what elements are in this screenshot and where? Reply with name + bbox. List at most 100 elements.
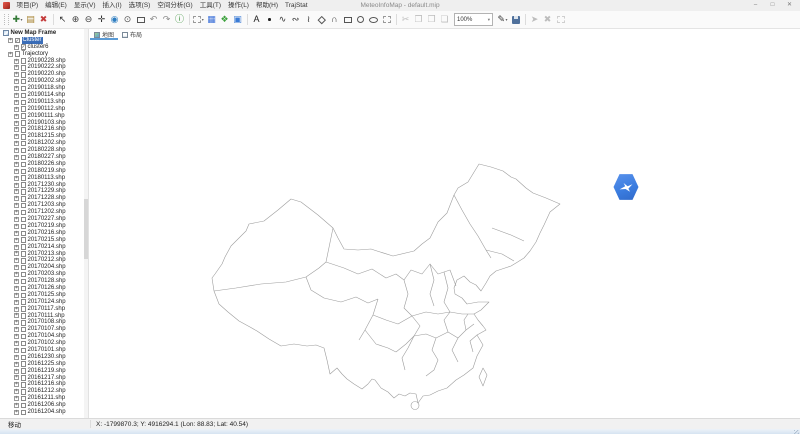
layer-visibility-checkbox[interactable]	[21, 93, 27, 99]
expand-toggle-icon[interactable]: +	[14, 203, 19, 208]
layer-visibility-checkbox[interactable]	[21, 382, 27, 388]
layer-visibility-checkbox[interactable]	[21, 341, 27, 347]
layer-visibility-checkbox[interactable]	[21, 169, 27, 175]
layer-row[interactable]: +20170203.shp	[0, 271, 88, 278]
layer-visibility-checkbox[interactable]	[21, 189, 27, 195]
select-vertices-button[interactable]	[555, 13, 567, 26]
expand-toggle-icon[interactable]: +	[14, 300, 19, 305]
layer-visibility-checkbox[interactable]	[21, 272, 27, 278]
layer-visibility-checkbox[interactable]	[21, 258, 27, 264]
expand-toggle-icon[interactable]: +	[8, 38, 13, 43]
layer-row[interactable]: +20171203.shp	[0, 202, 88, 209]
draw-point-button[interactable]	[264, 13, 276, 26]
expand-toggle-icon[interactable]: +	[14, 293, 19, 298]
expand-toggle-icon[interactable]: +	[14, 100, 19, 105]
layer-visibility-checkbox[interactable]	[21, 355, 27, 361]
menu-item-p[interactable]: 项目(P)	[13, 0, 42, 11]
layer-row[interactable]: +20170125.shp	[0, 292, 88, 299]
identify-button[interactable]: ⓘ	[174, 13, 186, 26]
expand-toggle-icon[interactable]: +	[14, 362, 19, 367]
menu-item-h[interactable]: 帮助(H)	[252, 0, 281, 11]
map-canvas[interactable]: 地图布局	[89, 29, 800, 418]
expand-toggle-icon[interactable]: +	[14, 286, 19, 291]
expand-toggle-icon[interactable]: +	[14, 369, 19, 374]
layer-row[interactable]: +20190220.shp	[0, 71, 88, 78]
draw-freehand-button[interactable]: ∾	[290, 13, 302, 26]
expand-toggle-icon[interactable]: +	[14, 189, 19, 194]
expand-toggle-icon[interactable]: +	[14, 245, 19, 250]
layer-visibility-checkbox[interactable]	[21, 203, 27, 209]
expand-toggle-icon[interactable]: +	[14, 65, 19, 70]
draw-circle-button[interactable]	[355, 13, 367, 26]
export-image-button[interactable]: ❏	[439, 13, 451, 26]
layer-visibility-checkbox[interactable]	[21, 127, 27, 133]
expand-toggle-icon[interactable]: +	[14, 389, 19, 394]
expand-toggle-icon[interactable]: +	[14, 348, 19, 353]
edit-feature-button[interactable]: ➤	[529, 13, 541, 26]
cut-button[interactable]: ✂	[400, 13, 412, 26]
layer-visibility-checkbox[interactable]	[21, 244, 27, 250]
layer-row[interactable]: +20170102.shp	[0, 340, 88, 347]
expand-toggle-icon[interactable]: +	[14, 410, 19, 415]
layer-visibility-checkbox[interactable]	[21, 86, 27, 92]
layer-row[interactable]: +20190114.shp	[0, 92, 88, 99]
expand-toggle-icon[interactable]: +	[14, 251, 19, 256]
layer-row[interactable]: +20161216.shp	[0, 381, 88, 388]
attribute-table-button[interactable]: ▦	[206, 13, 218, 26]
layer-visibility-checkbox[interactable]	[21, 334, 27, 340]
layer-visibility-checkbox[interactable]	[21, 120, 27, 126]
sidebar-scrollbar-thumb[interactable]	[84, 199, 88, 259]
layer-visibility-checkbox[interactable]	[21, 100, 27, 106]
expand-toggle-icon[interactable]: +	[14, 238, 19, 243]
tab-map[interactable]: 地图	[90, 29, 118, 40]
layer-visibility-checkbox[interactable]	[21, 224, 27, 230]
toolbar-grip[interactable]	[4, 14, 9, 25]
sidebar-scrollbar-track[interactable]	[84, 29, 88, 418]
draw-rectangle-button[interactable]	[342, 13, 354, 26]
layer-visibility-checkbox[interactable]	[21, 162, 27, 168]
layer-row[interactable]: +20190222.shp	[0, 64, 88, 71]
redo-button[interactable]: ↷	[161, 13, 173, 26]
layer-row[interactable]: +20181216.shp	[0, 126, 88, 133]
expand-toggle-icon[interactable]: +	[14, 382, 19, 387]
select-features-button[interactable]: ▾	[193, 13, 205, 26]
layer-row[interactable]: +20190111.shp	[0, 113, 88, 120]
expand-toggle-icon[interactable]: +	[14, 272, 19, 277]
edit-tools-button[interactable]: ✎▾	[497, 13, 509, 26]
layer-row[interactable]: +20170108.shp	[0, 319, 88, 326]
draw-marquee-button[interactable]	[381, 13, 393, 26]
layer-visibility-checkbox[interactable]	[21, 265, 27, 271]
copy-button[interactable]: ❐	[413, 13, 425, 26]
menu-item-t[interactable]: 工具(T)	[196, 0, 224, 11]
expand-toggle-icon[interactable]: +	[14, 155, 19, 160]
layer-row[interactable]: +20170101.shp	[0, 347, 88, 354]
draw-curve-polygon-button[interactable]: ∩	[329, 13, 341, 26]
expand-toggle-icon[interactable]: +	[14, 148, 19, 153]
expand-toggle-icon[interactable]: +	[14, 183, 19, 188]
expand-toggle-icon[interactable]: +	[14, 327, 19, 332]
add-layer-button[interactable]: ✚▾	[12, 13, 24, 26]
layer-visibility-checkbox[interactable]: ✓	[15, 38, 21, 44]
menu-item-s[interactable]: 选项(S)	[125, 0, 154, 11]
layer-visibility-checkbox[interactable]	[15, 51, 21, 57]
expand-toggle-icon[interactable]: +	[14, 265, 19, 270]
layer-visibility-checkbox[interactable]	[21, 106, 27, 112]
menu-item-i[interactable]: 插入(I)	[99, 0, 125, 11]
layer-visibility-checkbox[interactable]	[21, 306, 27, 312]
layer-row[interactable]: +20180228.shp	[0, 147, 88, 154]
expand-toggle-icon[interactable]: +	[14, 307, 19, 312]
layer-visibility-checkbox[interactable]	[21, 210, 27, 216]
layer-row[interactable]: +20161212.shp	[0, 388, 88, 395]
expand-toggle-icon[interactable]: +	[14, 169, 19, 174]
layer-visibility-checkbox[interactable]	[21, 231, 27, 237]
layer-row[interactable]: +20171202.shp	[0, 209, 88, 216]
layer-row[interactable]: +20170128.shp	[0, 278, 88, 285]
expand-toggle-icon[interactable]: +	[14, 224, 19, 229]
expand-toggle-icon[interactable]: +	[14, 176, 19, 181]
layer-visibility-checkbox[interactable]	[21, 196, 27, 202]
remove-feature-button[interactable]: ✖	[542, 13, 554, 26]
zoom-out-button[interactable]: ⊖	[83, 13, 95, 26]
expand-toggle-icon[interactable]: +	[14, 72, 19, 77]
layer-row[interactable]: +20171230.shp	[0, 182, 88, 189]
draw-polyline-button[interactable]: ∿	[277, 13, 289, 26]
